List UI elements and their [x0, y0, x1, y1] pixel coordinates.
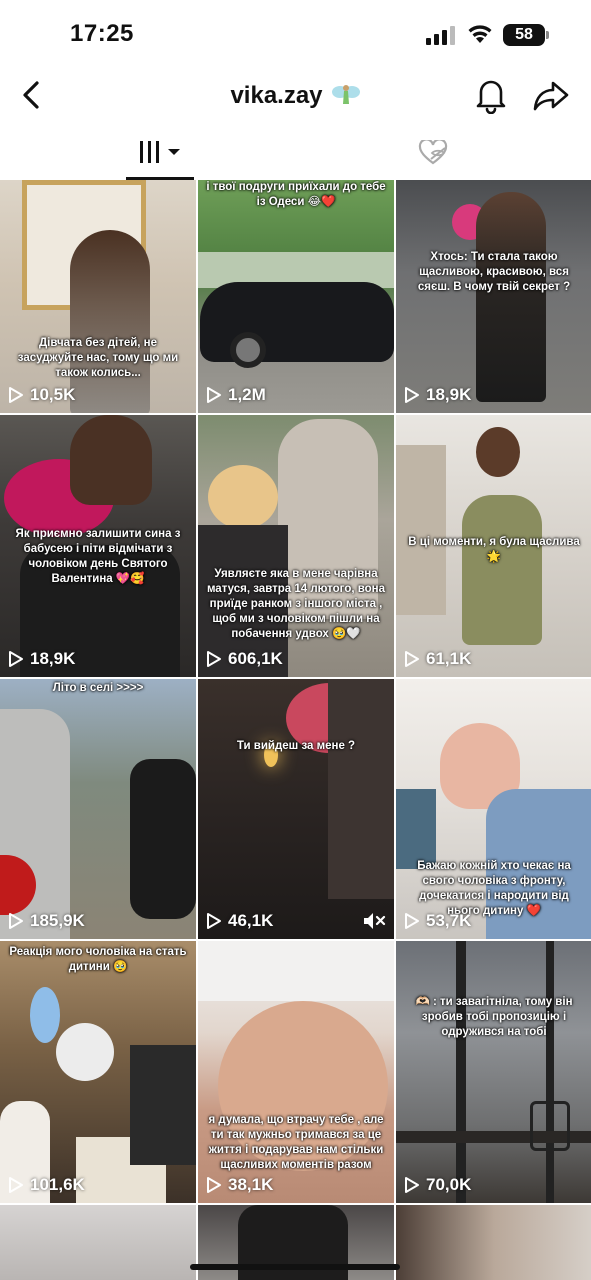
- profile-header: vika.zay: [0, 68, 591, 124]
- view-count-text: 185,9K: [30, 911, 85, 930]
- video-caption: В ці моменти, я була щаслива 🌟: [408, 536, 580, 563]
- tab-liked-hidden[interactable]: [412, 124, 452, 180]
- video-caption: Як приємно залишити сина з бабусею і піт…: [15, 528, 181, 585]
- view-count: 18,9K: [8, 649, 75, 669]
- share-icon[interactable]: [532, 78, 570, 112]
- view-count-text: 46,1K: [228, 911, 274, 930]
- view-count: 38,1K: [206, 1175, 273, 1195]
- clothing-shape: [396, 789, 436, 869]
- person-shape: [328, 679, 394, 899]
- chair-shape: [530, 1101, 570, 1151]
- status-time: 17:25: [70, 20, 134, 47]
- video-tile[interactable]: Як приємно залишити сина з бабусею і піт…: [0, 415, 196, 677]
- video-caption: Хтось: Ти стала такою щасливою, красивою…: [417, 251, 571, 293]
- profile-tabs: [0, 124, 591, 180]
- video-caption: Бажаю кожній хто чекає на свого чоловіка…: [417, 860, 571, 917]
- video-caption: 🫶🏻 : ти завагітніла, тому він зробив тоб…: [415, 996, 573, 1038]
- view-count-text: 101,6K: [30, 1175, 85, 1194]
- view-count: 606,1K: [206, 649, 283, 669]
- status-bar: 17:25 58: [0, 0, 591, 68]
- play-icon: [405, 387, 419, 403]
- home-indicator[interactable]: [190, 1264, 400, 1270]
- view-count: 70,0K: [404, 1175, 471, 1195]
- play-icon: [207, 1177, 221, 1193]
- play-icon: [405, 913, 419, 929]
- play-icon: [405, 1177, 419, 1193]
- video-tile[interactable]: Літо в селі >>>> 185,9K: [0, 679, 196, 939]
- video-caption: Реакція мого чоловіка на стать дитини 🥹: [9, 946, 187, 973]
- video-caption: і твої подруги приїхали до тебе із Одеси…: [206, 181, 386, 208]
- play-icon: [9, 913, 23, 929]
- play-icon: [207, 387, 221, 403]
- video-tile[interactable]: Ти вийдеш за мене ? 46,1K: [198, 679, 394, 939]
- liked-hidden-icon: [418, 140, 448, 165]
- person-shape: [70, 230, 150, 413]
- play-icon: [207, 913, 221, 929]
- video-tile[interactable]: В ці моменти, я була щаслива 🌟 61,1K: [396, 415, 591, 677]
- signal-icon: [426, 25, 456, 45]
- view-count: 1,2M: [206, 385, 266, 405]
- video-tile[interactable]: Бажаю кожній хто чекає на свого чоловіка…: [396, 679, 591, 939]
- view-count-text: 70,0K: [426, 1175, 472, 1194]
- videos-grid-icon: [140, 141, 180, 163]
- view-count: 46,1K: [206, 911, 273, 931]
- view-count-text: 18,9K: [30, 649, 76, 668]
- battery-tip: [546, 31, 549, 39]
- car-wheel: [230, 332, 266, 368]
- video-caption: Ти вийдеш за мене ?: [236, 740, 356, 752]
- shelf-shape: [396, 445, 446, 615]
- balloons-shape: [30, 987, 60, 1043]
- motorcycle-shape: [130, 759, 196, 919]
- play-icon: [9, 1177, 23, 1193]
- view-count-text: 1,2M: [228, 385, 266, 404]
- username-text: vika.zay: [230, 82, 323, 109]
- person-head-shape: [476, 427, 520, 477]
- video-tile[interactable]: я думала, що втрачу тебе , але ти так му…: [198, 941, 394, 1203]
- view-count-text: 10,5K: [30, 385, 76, 404]
- video-grid: Дівчата без дітей, не засуджуйте нас, то…: [0, 180, 591, 1280]
- video-caption: Літо в селі >>>>: [52, 682, 144, 694]
- view-count-text: 53,7K: [426, 911, 472, 930]
- person-hair-shape: [208, 465, 278, 529]
- battery-icon: 58: [503, 24, 545, 46]
- video-tile[interactable]: Дівчата без дітей, не засуджуйте нас, то…: [0, 180, 196, 413]
- view-count-text: 18,9K: [426, 385, 472, 404]
- bell-icon[interactable]: [474, 76, 508, 114]
- video-tile[interactable]: Реакція мого чоловіка на стать дитини 🥹 …: [0, 941, 196, 1203]
- play-icon: [9, 387, 23, 403]
- balloon-white: [56, 1023, 114, 1081]
- view-count: 185,9K: [8, 911, 85, 931]
- video-caption: я думала, що втрачу тебе , але ти так му…: [208, 1114, 384, 1171]
- view-count: 53,7K: [404, 911, 471, 931]
- video-tile[interactable]: Уявляєте яка в мене чарівна матуся, завт…: [198, 415, 394, 677]
- play-icon: [207, 651, 221, 667]
- play-icon: [405, 651, 419, 667]
- muted-icon[interactable]: [362, 911, 386, 931]
- play-icon: [9, 651, 23, 667]
- video-caption: Уявляєте яка в мене чарівна матуся, завт…: [206, 568, 386, 640]
- view-count: 10,5K: [8, 385, 75, 405]
- view-count-text: 61,1K: [426, 649, 472, 668]
- person-shape: [70, 415, 152, 505]
- video-tile[interactable]: [0, 1205, 196, 1280]
- video-tile[interactable]: і твої подруги приїхали до тебе із Одеси…: [198, 180, 394, 413]
- view-count: 61,1K: [404, 649, 471, 669]
- window-frame: [546, 941, 554, 1203]
- view-count: 18,9K: [404, 385, 471, 405]
- view-count-text: 38,1K: [228, 1175, 274, 1194]
- view-count: 101,6K: [8, 1175, 85, 1195]
- person-shape: [476, 192, 546, 402]
- fairy-icon: [331, 85, 360, 104]
- window-frame: [456, 941, 466, 1203]
- person-shape: [130, 1045, 196, 1165]
- wifi-icon: [468, 25, 492, 43]
- blanket-shape: [198, 941, 394, 1001]
- view-count-text: 606,1K: [228, 649, 283, 668]
- video-tile[interactable]: 🫶🏻 : ти завагітніла, тому він зробив тоб…: [396, 941, 591, 1203]
- person-shape: [462, 495, 542, 645]
- video-tile[interactable]: Хтось: Ти стала такою щасливою, красивою…: [396, 180, 591, 413]
- video-tile[interactable]: [396, 1205, 591, 1280]
- video-caption: Дівчата без дітей, не засуджуйте нас, то…: [17, 337, 179, 379]
- tab-videos[interactable]: [126, 124, 194, 180]
